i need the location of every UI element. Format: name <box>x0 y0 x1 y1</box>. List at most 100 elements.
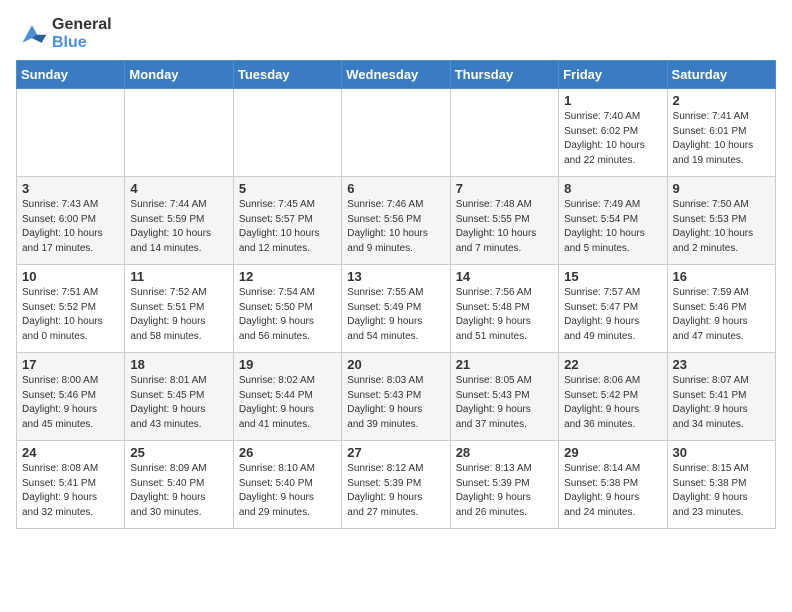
calendar-cell <box>17 89 125 177</box>
day-number: 24 <box>22 445 119 460</box>
day-number: 5 <box>239 181 336 196</box>
calendar-cell: 25 Sunrise: 8:09 AMSunset: 5:40 PMDayligh… <box>125 441 233 529</box>
calendar-cell: 30 Sunrise: 8:15 AMSunset: 5:38 PMDayligh… <box>667 441 775 529</box>
calendar-week-row: 1 Sunrise: 7:40 AMSunset: 6:02 PMDaylight… <box>17 89 776 177</box>
day-info: Sunrise: 8:02 AMSunset: 5:44 PMDaylight:… <box>239 374 336 432</box>
day-number: 29 <box>564 445 661 460</box>
day-number: 16 <box>673 269 770 284</box>
calendar-cell: 2 Sunrise: 7:41 AMSunset: 6:01 PMDaylight… <box>667 89 775 177</box>
calendar-week-row: 17 Sunrise: 8:00 AMSunset: 5:46 PMDayligh… <box>17 353 776 441</box>
day-number: 2 <box>673 93 770 108</box>
day-info: Sunrise: 8:13 AMSunset: 5:39 PMDaylight:… <box>456 462 553 520</box>
day-info: Sunrise: 8:12 AMSunset: 5:39 PMDaylight:… <box>347 462 444 520</box>
day-info: Sunrise: 8:03 AMSunset: 5:43 PMDaylight:… <box>347 374 444 432</box>
day-info: Sunrise: 8:14 AMSunset: 5:38 PMDaylight:… <box>564 462 661 520</box>
day-number: 11 <box>130 269 227 284</box>
calendar-table: SundayMondayTuesdayWednesdayThursdayFrid… <box>16 60 776 529</box>
calendar-cell: 10 Sunrise: 7:51 AMSunset: 5:52 PMDayligh… <box>17 265 125 353</box>
calendar-cell: 7Sunrise: 7:48 AMSunset: 5:55 PMDaylight… <box>450 177 558 265</box>
calendar-cell: 15 Sunrise: 7:57 AMSunset: 5:47 PMDayligh… <box>559 265 667 353</box>
day-number: 22 <box>564 357 661 372</box>
day-info: Sunrise: 7:46 AMSunset: 5:56 PMDaylight:… <box>347 198 444 256</box>
calendar-cell: 23 Sunrise: 8:07 AMSunset: 5:41 PMDayligh… <box>667 353 775 441</box>
header: General Blue <box>16 16 776 52</box>
day-info: Sunrise: 7:51 AMSunset: 5:52 PMDaylight:… <box>22 286 119 344</box>
weekday-header: Wednesday <box>342 61 450 89</box>
calendar-cell: 8 Sunrise: 7:49 AMSunset: 5:54 PMDaylight… <box>559 177 667 265</box>
day-info: Sunrise: 8:07 AMSunset: 5:41 PMDaylight:… <box>673 374 770 432</box>
calendar-body: 1 Sunrise: 7:40 AMSunset: 6:02 PMDaylight… <box>17 89 776 529</box>
calendar-cell: 21Sunrise: 8:05 AMSunset: 5:43 PMDayligh… <box>450 353 558 441</box>
day-info: Sunrise: 7:52 AMSunset: 5:51 PMDaylight:… <box>130 286 227 344</box>
calendar-cell: 28 Sunrise: 8:13 AMSunset: 5:39 PMDayligh… <box>450 441 558 529</box>
calendar-cell: 26Sunrise: 8:10 AMSunset: 5:40 PMDayligh… <box>233 441 341 529</box>
day-number: 28 <box>456 445 553 460</box>
day-info: Sunrise: 7:59 AMSunset: 5:46 PMDaylight:… <box>673 286 770 344</box>
day-info: Sunrise: 8:09 AMSunset: 5:40 PMDaylight:… <box>130 462 227 520</box>
day-number: 1 <box>564 93 661 108</box>
day-number: 17 <box>22 357 119 372</box>
day-info: Sunrise: 8:01 AMSunset: 5:45 PMDaylight:… <box>130 374 227 432</box>
day-info: Sunrise: 7:54 AMSunset: 5:50 PMDaylight:… <box>239 286 336 344</box>
day-info: Sunrise: 8:05 AMSunset: 5:43 PMDaylight:… <box>456 374 553 432</box>
calendar-cell: 4 Sunrise: 7:44 AMSunset: 5:59 PMDaylight… <box>125 177 233 265</box>
day-info: Sunrise: 8:10 AMSunset: 5:40 PMDaylight:… <box>239 462 336 520</box>
day-info: Sunrise: 8:06 AMSunset: 5:42 PMDaylight:… <box>564 374 661 432</box>
calendar-cell <box>233 89 341 177</box>
calendar-cell: 17 Sunrise: 8:00 AMSunset: 5:46 PMDayligh… <box>17 353 125 441</box>
calendar-cell: 29 Sunrise: 8:14 AMSunset: 5:38 PMDayligh… <box>559 441 667 529</box>
day-info: Sunrise: 7:41 AMSunset: 6:01 PMDaylight:… <box>673 110 770 168</box>
calendar-cell: 12Sunrise: 7:54 AMSunset: 5:50 PMDayligh… <box>233 265 341 353</box>
day-number: 8 <box>564 181 661 196</box>
calendar-cell: 19 Sunrise: 8:02 AMSunset: 5:44 PMDayligh… <box>233 353 341 441</box>
day-number: 30 <box>673 445 770 460</box>
calendar-week-row: 10 Sunrise: 7:51 AMSunset: 5:52 PMDayligh… <box>17 265 776 353</box>
day-info: Sunrise: 7:50 AMSunset: 5:53 PMDaylight:… <box>673 198 770 256</box>
logo-text: General Blue <box>52 16 112 52</box>
day-info: Sunrise: 7:55 AMSunset: 5:49 PMDaylight:… <box>347 286 444 344</box>
day-number: 4 <box>130 181 227 196</box>
calendar-cell: 24 Sunrise: 8:08 AMSunset: 5:41 PMDayligh… <box>17 441 125 529</box>
day-info: Sunrise: 7:43 AMSunset: 6:00 PMDaylight:… <box>22 198 119 256</box>
weekday-header: Sunday <box>17 61 125 89</box>
day-number: 27 <box>347 445 444 460</box>
calendar-cell: 18 Sunrise: 8:01 AMSunset: 5:45 PMDayligh… <box>125 353 233 441</box>
calendar-cell <box>125 89 233 177</box>
calendar-cell: 3 Sunrise: 7:43 AMSunset: 6:00 PMDaylight… <box>17 177 125 265</box>
day-info: Sunrise: 8:08 AMSunset: 5:41 PMDaylight:… <box>22 462 119 520</box>
calendar-cell <box>342 89 450 177</box>
calendar-cell: 27 Sunrise: 8:12 AMSunset: 5:39 PMDayligh… <box>342 441 450 529</box>
logo-icon <box>16 20 48 48</box>
day-info: Sunrise: 7:45 AMSunset: 5:57 PMDaylight:… <box>239 198 336 256</box>
day-number: 23 <box>673 357 770 372</box>
calendar-cell: 16 Sunrise: 7:59 AMSunset: 5:46 PMDayligh… <box>667 265 775 353</box>
day-number: 25 <box>130 445 227 460</box>
day-number: 7 <box>456 181 553 196</box>
calendar-cell: 20Sunrise: 8:03 AMSunset: 5:43 PMDayligh… <box>342 353 450 441</box>
day-number: 15 <box>564 269 661 284</box>
logo: General Blue <box>16 16 112 52</box>
day-number: 14 <box>456 269 553 284</box>
calendar-header-row: SundayMondayTuesdayWednesdayThursdayFrid… <box>17 61 776 89</box>
day-info: Sunrise: 8:15 AMSunset: 5:38 PMDaylight:… <box>673 462 770 520</box>
calendar-cell: 5 Sunrise: 7:45 AMSunset: 5:57 PMDaylight… <box>233 177 341 265</box>
weekday-header: Friday <box>559 61 667 89</box>
day-info: Sunrise: 7:44 AMSunset: 5:59 PMDaylight:… <box>130 198 227 256</box>
day-info: Sunrise: 8:00 AMSunset: 5:46 PMDaylight:… <box>22 374 119 432</box>
weekday-header: Thursday <box>450 61 558 89</box>
day-info: Sunrise: 7:49 AMSunset: 5:54 PMDaylight:… <box>564 198 661 256</box>
day-number: 3 <box>22 181 119 196</box>
calendar-cell: 22 Sunrise: 8:06 AMSunset: 5:42 PMDayligh… <box>559 353 667 441</box>
weekday-header: Monday <box>125 61 233 89</box>
day-info: Sunrise: 7:56 AMSunset: 5:48 PMDaylight:… <box>456 286 553 344</box>
day-number: 19 <box>239 357 336 372</box>
calendar-cell: 6 Sunrise: 7:46 AMSunset: 5:56 PMDaylight… <box>342 177 450 265</box>
day-info: Sunrise: 7:40 AMSunset: 6:02 PMDaylight:… <box>564 110 661 168</box>
day-number: 10 <box>22 269 119 284</box>
day-number: 18 <box>130 357 227 372</box>
day-number: 6 <box>347 181 444 196</box>
calendar-cell: 13Sunrise: 7:55 AMSunset: 5:49 PMDayligh… <box>342 265 450 353</box>
calendar-cell <box>450 89 558 177</box>
calendar-cell: 11 Sunrise: 7:52 AMSunset: 5:51 PMDayligh… <box>125 265 233 353</box>
day-info: Sunrise: 7:57 AMSunset: 5:47 PMDaylight:… <box>564 286 661 344</box>
